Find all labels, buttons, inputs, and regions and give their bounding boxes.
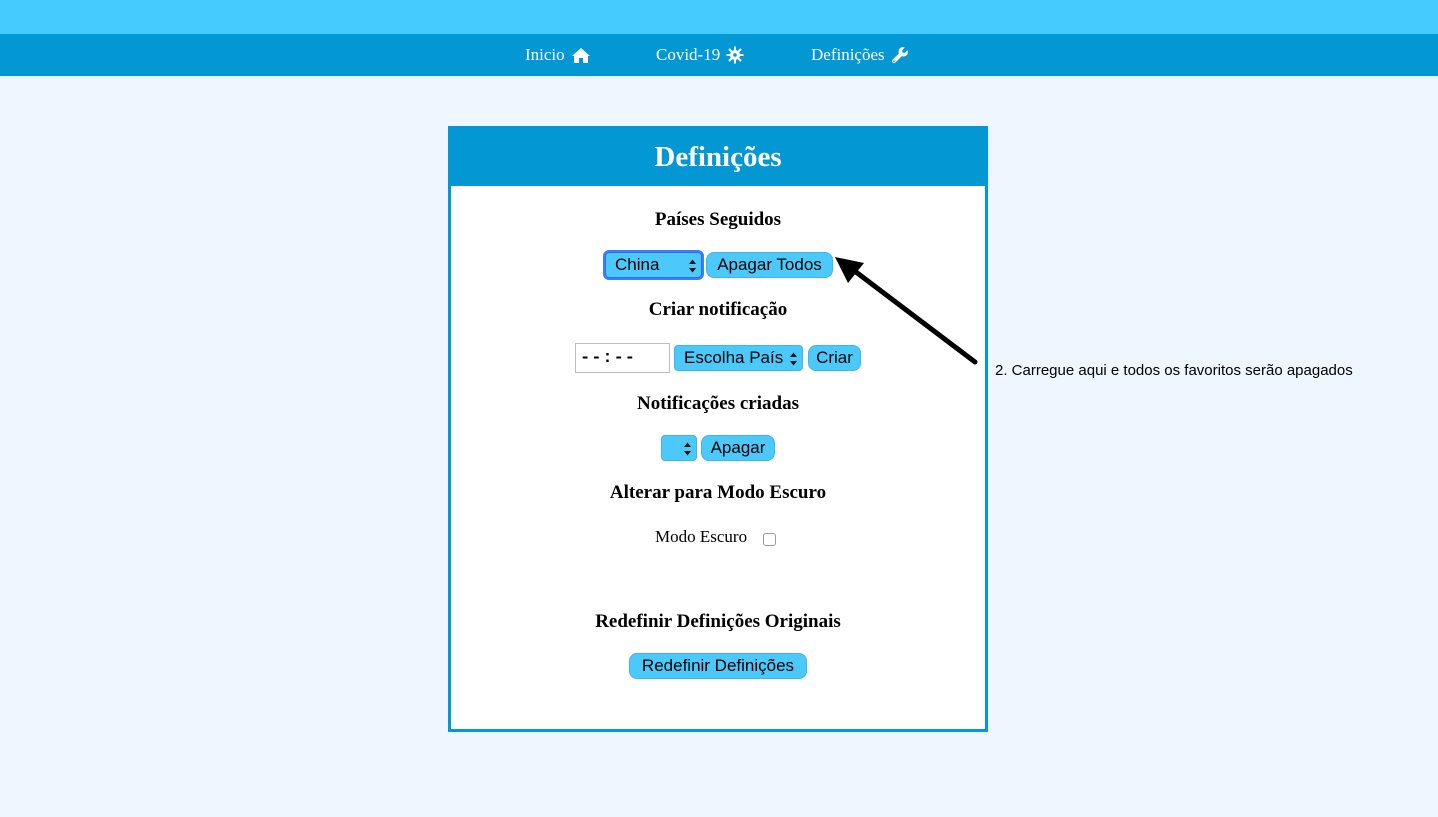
virus-icon xyxy=(726,46,744,64)
nav-item-inicio[interactable]: Inicio xyxy=(525,34,591,76)
followed-countries-heading: Países Seguidos xyxy=(654,209,782,230)
reset-settings-button[interactable]: Redefinir Definições xyxy=(629,653,807,679)
nav-item-label: Definições xyxy=(811,45,885,64)
created-notifications-select[interactable] xyxy=(661,435,697,461)
dark-mode-heading: Alterar para Modo Escuro xyxy=(609,482,827,503)
reset-heading: Redefinir Definições Originais xyxy=(595,611,841,632)
reset-row: Redefinir Definições xyxy=(451,653,985,683)
main-nav: Inicio Covid-19 Definições xyxy=(0,34,1438,76)
annotation-text: 2. Carregue aqui e todos os favoritos se… xyxy=(995,362,1353,379)
wrench-icon xyxy=(891,46,909,64)
select-value: China xyxy=(615,255,660,274)
select-arrows-icon xyxy=(790,352,797,366)
select-arrows-icon xyxy=(689,259,696,273)
nav-item-covid[interactable]: Covid-19 xyxy=(656,34,744,76)
annotation-arrow-icon xyxy=(835,257,978,365)
select-value: Escolha País xyxy=(684,348,784,367)
created-notifications-heading: Notificações criadas xyxy=(637,393,799,414)
select-arrows-icon xyxy=(684,442,691,456)
panel-title: Definições xyxy=(451,129,985,186)
settings-panel: Definições Países Seguidos China Apagar … xyxy=(448,126,988,732)
nav-item-label: Covid-19 xyxy=(656,45,721,64)
nav-item-definicoes[interactable]: Definições xyxy=(811,34,909,76)
delete-all-button[interactable]: Apagar Todos xyxy=(706,252,833,278)
created-notifications-row: Apagar xyxy=(451,435,985,465)
dark-mode-label: Modo Escuro xyxy=(655,527,748,546)
time-input[interactable]: --:-- xyxy=(575,343,670,373)
dark-mode-row: Modo Escuro xyxy=(451,525,985,555)
followed-countries-select[interactable]: China xyxy=(605,252,702,278)
country-select[interactable]: Escolha País xyxy=(674,345,803,371)
delete-button[interactable]: Apagar xyxy=(701,435,775,461)
nav-item-label: Inicio xyxy=(525,45,565,64)
home-icon xyxy=(571,47,591,64)
dark-mode-checkbox[interactable] xyxy=(763,533,776,546)
top-bar xyxy=(0,0,1438,34)
